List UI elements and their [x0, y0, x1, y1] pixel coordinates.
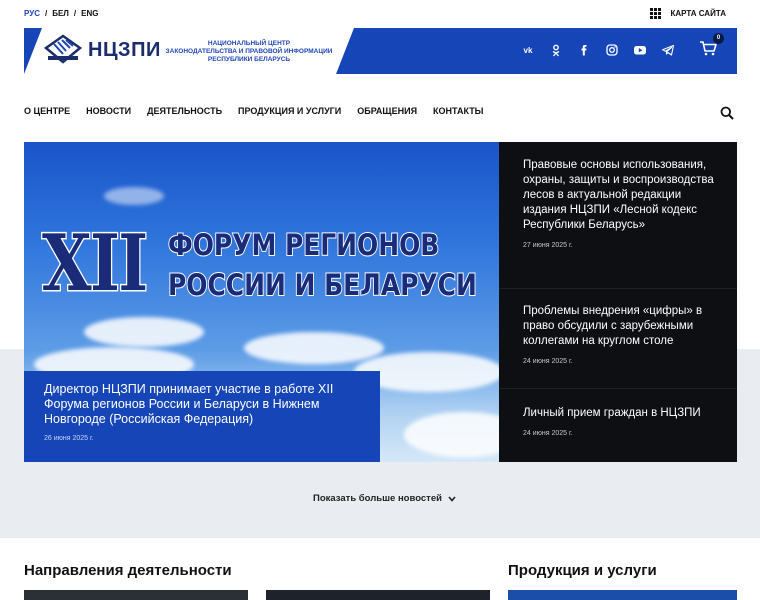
news-date: 27 июня 2025 г. — [523, 242, 573, 249]
hero-caption: Директор НЦЗПИ принимает участие в работ… — [24, 371, 380, 462]
vk-icon[interactable]: vk — [521, 43, 535, 57]
svg-text:vk: vk — [524, 46, 533, 55]
top-bar: РУС / БЕЛ / ENG КАРТА САЙТА — [0, 0, 760, 28]
logo-subtitle-line: РЕСПУБЛИКИ БЕЛАРУСЬ — [207, 56, 291, 63]
logo-subtitle-line: ЗАКОНОДАТЕЛЬСТВА И ПРАВОВОЙ ИНФОРМАЦИИ — [165, 48, 333, 55]
list-item[interactable]: Личный прием граждан в НЦЗПИ 24 июня 202… — [523, 406, 721, 437]
direction-card-thumbnail[interactable] — [266, 590, 490, 600]
hero-news-date: 26 июня 2025 г. — [44, 435, 94, 442]
direction-card-thumbnail[interactable] — [24, 590, 248, 600]
lang-en[interactable]: ENG — [81, 9, 98, 18]
chevron-down-icon — [448, 495, 456, 502]
list-item[interactable]: Проблемы внедрения «цифры» в право обсуд… — [523, 304, 721, 365]
news-date: 24 июня 2025 г. — [523, 430, 573, 437]
nav-item-news[interactable]: НОВОСТИ — [86, 106, 131, 116]
show-more-news-button[interactable]: Показать больше новостей — [313, 493, 456, 504]
lang-by[interactable]: БЕЛ — [52, 9, 69, 18]
hero-news-title[interactable]: Директор НЦЗПИ принимает участие в работ… — [44, 382, 360, 427]
hero-news-card[interactable]: XII ФОРУМ РЕГИОНОВ РОССИИ И БЕЛАРУСИ Дир… — [24, 142, 500, 462]
nav-item-about[interactable]: О ЦЕНТРЕ — [24, 106, 70, 116]
logo[interactable]: НЦЗПИ НАЦИОНАЛЬНЫЙ ЦЕНТР ЗАКОНОДАТЕЛЬСТВ… — [24, 28, 354, 74]
logo-book-icon — [44, 34, 82, 64]
instagram-icon[interactable] — [605, 43, 619, 57]
header-bar: НЦЗПИ НАЦИОНАЛЬНЫЙ ЦЕНТР ЗАКОНОДАТЕЛЬСТВ… — [24, 28, 737, 74]
sitemap-label: КАРТА САЙТА — [670, 9, 726, 18]
cart-count-badge: 0 — [713, 33, 724, 44]
directions-heading: Направления деятельности — [24, 562, 232, 579]
lang-separator: / — [73, 9, 77, 18]
divider — [499, 388, 737, 389]
sitemap-link[interactable]: КАРТА САЙТА — [650, 8, 726, 19]
hero-image-roman-numeral: XII — [41, 218, 150, 309]
news-title[interactable]: Проблемы внедрения «цифры» в право обсуд… — [523, 304, 721, 349]
lang-separator: / — [44, 9, 48, 18]
news-title[interactable]: Правовые основы использования, охраны, з… — [523, 158, 721, 233]
logo-subtitle: НАЦИОНАЛЬНЫЙ ЦЕНТР ЗАКОНОДАТЕЛЬСТВА И ПР… — [164, 40, 334, 64]
news-list: Правовые основы использования, охраны, з… — [499, 142, 737, 462]
list-item[interactable]: Правовые основы использования, охраны, з… — [523, 158, 721, 249]
products-heading: Продукция и услуги — [508, 562, 657, 579]
hero-image-line-2: РОССИИ И БЕЛАРУСИ — [167, 267, 478, 303]
language-switcher: РУС / БЕЛ / ENG — [24, 9, 99, 18]
nav-item-activity[interactable]: ДЕЯТЕЛЬНОСТЬ — [147, 106, 222, 116]
main-nav: О ЦЕНТРЕ НОВОСТИ ДЕЯТЕЛЬНОСТЬ ПРОДУКЦИЯ … — [24, 106, 484, 116]
product-card-thumbnail[interactable] — [508, 590, 737, 600]
grid-icon — [650, 8, 662, 19]
search-icon[interactable] — [720, 106, 734, 120]
facebook-icon[interactable] — [577, 43, 591, 57]
news-date: 24 июня 2025 г. — [523, 358, 573, 365]
nav-item-products[interactable]: ПРОДУКЦИЯ И УСЛУГИ — [238, 106, 341, 116]
news-title[interactable]: Личный прием граждан в НЦЗПИ — [523, 406, 721, 421]
logo-name: НЦЗПИ — [88, 39, 161, 61]
logo-subtitle-line: НАЦИОНАЛЬНЫЙ ЦЕНТР — [207, 40, 291, 47]
lang-ru[interactable]: РУС — [24, 9, 40, 18]
social-links: vk — [521, 43, 675, 57]
nav-item-contacts[interactable]: КОНТАКТЫ — [433, 106, 483, 116]
nav-item-appeals[interactable]: ОБРАЩЕНИЯ — [357, 106, 417, 116]
youtube-icon[interactable] — [633, 43, 647, 57]
show-more-label: Показать больше новостей — [313, 493, 442, 504]
hero-image-line-1: ФОРУМ РЕГИОНОВ — [167, 227, 440, 263]
divider — [499, 288, 737, 289]
telegram-icon[interactable] — [661, 43, 675, 57]
ok-icon[interactable] — [549, 43, 563, 57]
